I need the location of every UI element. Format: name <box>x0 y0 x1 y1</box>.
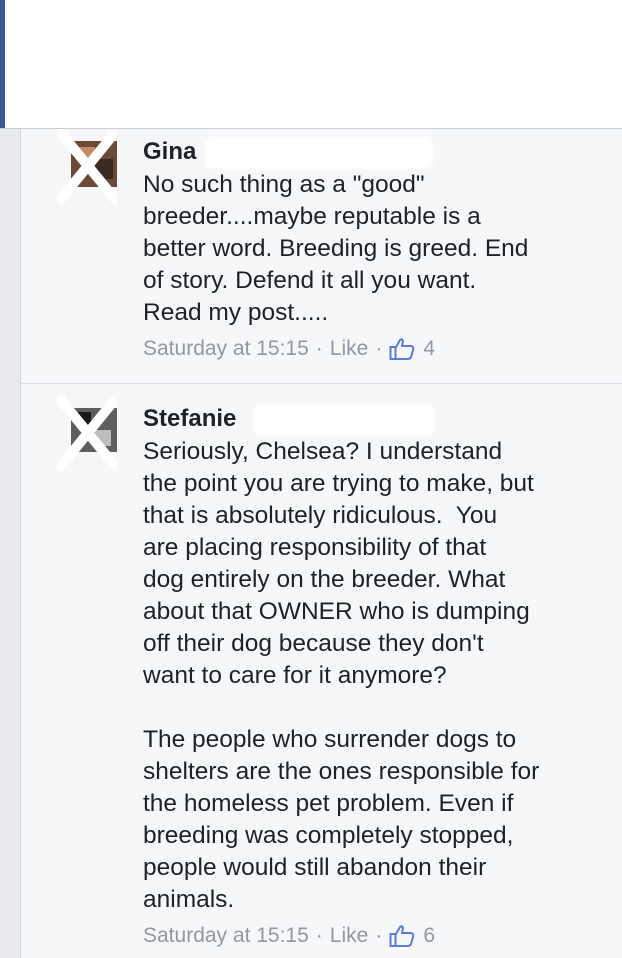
comment-meta: Saturday at 15:15 · Like · 4 <box>143 335 612 363</box>
meta-separator: · <box>315 337 323 360</box>
comment-item: Stefanie Seriously, Chelsea? I understan… <box>21 384 622 950</box>
comment-text: No such thing as a "good" breeder....may… <box>143 171 529 326</box>
redaction-mark <box>255 406 433 434</box>
comment-list: Gina No such thing as a "good" breeder..… <box>21 129 622 958</box>
avatar[interactable] <box>57 129 121 204</box>
avatar[interactable] <box>57 395 121 471</box>
like-link[interactable]: Like <box>330 335 369 363</box>
comment-item: Gina No such thing as a "good" breeder..… <box>21 129 622 384</box>
comment-text: Seriously, Chelsea? I understand the poi… <box>143 438 540 913</box>
meta-separator: · <box>315 924 323 947</box>
left-gutter <box>0 128 21 958</box>
redaction-mark <box>207 139 431 167</box>
meta-separator: · <box>375 337 383 360</box>
author-name[interactable]: Gina <box>143 138 196 165</box>
redacted-avatar-icon <box>57 129 117 204</box>
screenshot-frame: Gina No such thing as a "good" breeder..… <box>0 0 622 958</box>
comment-author[interactable]: Gina <box>143 137 612 169</box>
like-count[interactable]: 4 <box>423 335 435 363</box>
meta-separator: · <box>375 924 383 947</box>
comment-timestamp[interactable]: Saturday at 15:15 <box>143 922 309 950</box>
brand-edge <box>0 0 5 128</box>
author-name[interactable]: Stefanie <box>143 405 236 432</box>
redacted-avatar-icon <box>57 395 117 471</box>
like-count[interactable]: 6 <box>423 922 435 950</box>
comment-timestamp[interactable]: Saturday at 15:15 <box>143 335 309 363</box>
thumbs-up-icon[interactable] <box>389 924 415 948</box>
thumbs-up-icon[interactable] <box>389 337 415 361</box>
comment-meta: Saturday at 15:15 · Like · 6 <box>143 922 612 950</box>
like-link[interactable]: Like <box>330 922 369 950</box>
comment-author[interactable]: Stefanie <box>143 404 612 436</box>
